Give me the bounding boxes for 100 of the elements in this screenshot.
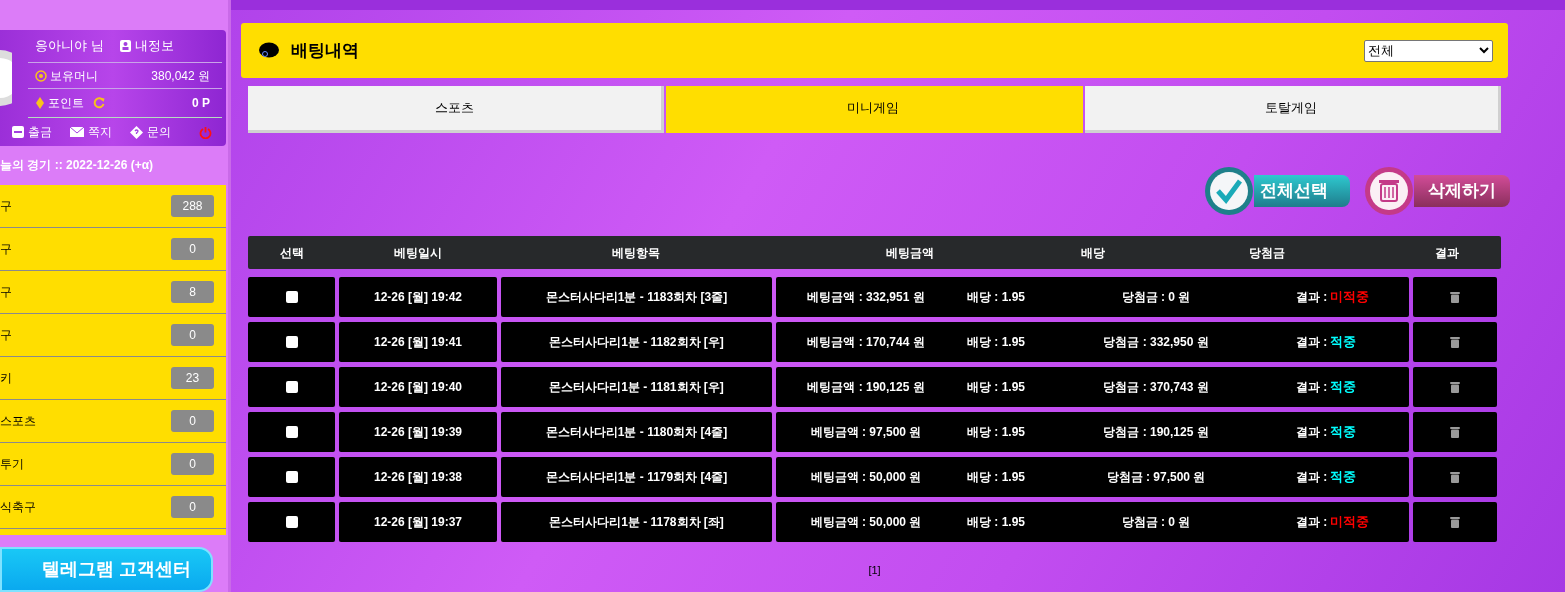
refresh-icon[interactable] bbox=[93, 97, 105, 109]
column-header: 베팅항목 bbox=[611, 244, 661, 262]
checkbox[interactable] bbox=[285, 471, 298, 483]
trash-icon[interactable] bbox=[1450, 336, 1460, 348]
bet-amount: 베팅금액 : 50,000 원 bbox=[809, 514, 923, 531]
sport-item[interactable]: 구 0 bbox=[0, 227, 226, 271]
trash-icon[interactable] bbox=[1450, 381, 1460, 393]
count-badge: 0 bbox=[171, 409, 214, 432]
column-header: 결과 bbox=[1433, 244, 1460, 262]
sport-name: 스포츠 bbox=[0, 412, 36, 430]
username: 응아니야 님 bbox=[35, 37, 104, 56]
odds: 배당 : 1.95 bbox=[966, 424, 1026, 441]
coin-icon bbox=[35, 69, 47, 82]
count-badge: 0 bbox=[171, 495, 214, 518]
trash-icon[interactable] bbox=[1450, 426, 1460, 438]
bet-item-cell: 몬스터사다리1분 - 1182회차 [우] bbox=[501, 322, 772, 362]
bet-amount: 베팅금액 : 50,000 원 bbox=[809, 469, 923, 486]
result-label: 결과 : bbox=[1296, 469, 1328, 486]
column-header: 베팅금액 bbox=[884, 244, 935, 262]
my-info-link[interactable]: 내정보 bbox=[119, 36, 174, 56]
count-badge: 288 bbox=[171, 194, 214, 217]
page-title: 배팅내역 bbox=[291, 39, 359, 62]
checkbox[interactable] bbox=[285, 381, 298, 393]
bet-item-cell: 몬스터사다리1분 - 1178회차 [좌] bbox=[501, 502, 772, 542]
pagination-link[interactable]: [1] bbox=[868, 562, 881, 579]
date-cell: 12-26 [월] 19:37 bbox=[339, 502, 497, 542]
result-label: 결과 : bbox=[1296, 334, 1328, 351]
result-status: 미적중 bbox=[1330, 288, 1370, 307]
menu-link[interactable]: 출금 bbox=[12, 123, 52, 141]
tab[interactable]: 미니게임 bbox=[666, 86, 1083, 133]
checkbox[interactable] bbox=[285, 291, 298, 303]
column-header: 선택 bbox=[278, 244, 305, 262]
menu-link[interactable]: 쪽지 bbox=[70, 123, 112, 141]
bet-item-cell: 몬스터사다리1분 - 1179회차 [4줄] bbox=[501, 457, 772, 497]
winnings: 당첨금 : 190,125 원 bbox=[1102, 424, 1210, 441]
odds: 배당 : 1.95 bbox=[966, 469, 1026, 486]
trash-icon[interactable] bbox=[1450, 516, 1460, 528]
winnings: 당첨금 : 97,500 원 bbox=[1105, 469, 1207, 486]
money-value: 380,042 원 bbox=[151, 67, 210, 85]
sport-name: 구 bbox=[0, 240, 12, 258]
tab[interactable]: 스포츠 bbox=[248, 86, 665, 133]
count-badge: 0 bbox=[171, 237, 214, 260]
bet-item-cell: 몬스터사다리1분 - 1183회차 [3줄] bbox=[501, 277, 772, 317]
profile-icon bbox=[119, 40, 131, 52]
sport-name: 투기 bbox=[0, 455, 24, 473]
checkbox[interactable] bbox=[285, 426, 298, 438]
sport-name: 키 bbox=[0, 369, 12, 387]
question-icon bbox=[130, 125, 143, 139]
filter-dropdown[interactable]: 전체 bbox=[1364, 39, 1493, 62]
date-cell: 12-26 [월] 19:41 bbox=[339, 322, 497, 362]
trash-icon[interactable] bbox=[1450, 471, 1460, 483]
count-badge: 8 bbox=[171, 280, 214, 303]
sport-name: 구 bbox=[0, 283, 12, 301]
winnings: 당첨금 : 0 원 bbox=[1120, 289, 1192, 306]
money-label: 보유머니 bbox=[50, 67, 98, 85]
odds: 배당 : 1.95 bbox=[966, 334, 1026, 351]
sport-name: 구 bbox=[0, 326, 12, 344]
bet-item-cell: 몬스터사다리1분 - 1181회차 [우] bbox=[501, 367, 772, 407]
sport-item[interactable]: 키 23 bbox=[0, 356, 226, 400]
odds: 배당 : 1.95 bbox=[966, 379, 1026, 396]
sport-name: 구 bbox=[0, 197, 12, 215]
count-badge: 23 bbox=[171, 366, 214, 389]
sport-item[interactable]: 구 8 bbox=[0, 270, 226, 314]
result-label: 결과 : bbox=[1296, 379, 1328, 396]
odds: 배당 : 1.95 bbox=[966, 289, 1026, 306]
bet-amount: 베팅금액 : 332,951 원 bbox=[806, 289, 926, 306]
point-label: 포인트 bbox=[48, 95, 84, 112]
point-value: 0 P bbox=[192, 95, 210, 112]
result-status: 적중 bbox=[1330, 333, 1357, 352]
check-icon[interactable] bbox=[1204, 166, 1254, 216]
result-status: 적중 bbox=[1330, 468, 1357, 487]
sport-item[interactable]: 투기 0 bbox=[0, 442, 226, 486]
column-header: 베팅일시 bbox=[392, 244, 443, 262]
sport-item[interactable]: 구 288 bbox=[0, 184, 226, 228]
winnings: 당첨금 : 370,743 원 bbox=[1102, 379, 1210, 396]
tab[interactable]: 토탈게임 bbox=[1084, 86, 1501, 133]
bet-amount: 베팅금액 : 170,744 원 bbox=[806, 334, 926, 351]
bet-amount: 베팅금액 : 97,500 원 bbox=[809, 424, 923, 441]
checkbox[interactable] bbox=[285, 516, 298, 528]
delete-button[interactable]: 삭제하기 bbox=[1414, 175, 1510, 207]
date-cell: 12-26 [월] 19:40 bbox=[339, 367, 497, 407]
result-label: 결과 : bbox=[1296, 514, 1328, 531]
column-header: 배당 bbox=[1080, 244, 1106, 262]
result-status: 미적중 bbox=[1330, 513, 1370, 532]
bet-amount: 베팅금액 : 190,125 원 bbox=[806, 379, 926, 396]
today-games-title: 늘의 경기 :: 2022-12-26 (+α) bbox=[0, 157, 155, 175]
sport-name: 식축구 bbox=[0, 498, 36, 516]
date-cell: 12-26 [월] 19:39 bbox=[339, 412, 497, 452]
trash-icon[interactable] bbox=[1364, 166, 1414, 216]
checkbox[interactable] bbox=[285, 336, 298, 348]
trash-icon[interactable] bbox=[1450, 291, 1460, 303]
column-header: 당첨금 bbox=[1248, 244, 1286, 262]
bet-item-cell: 몬스터사다리1분 - 1180회차 [4줄] bbox=[501, 412, 772, 452]
sport-item[interactable]: 스포츠 0 bbox=[0, 399, 226, 443]
menu-link[interactable]: 문의 bbox=[130, 123, 171, 141]
result-label: 결과 : bbox=[1296, 424, 1328, 441]
date-cell: 12-26 [월] 19:38 bbox=[339, 457, 497, 497]
sport-item[interactable]: 구 0 bbox=[0, 313, 226, 357]
sport-item[interactable]: 식축구 0 bbox=[0, 485, 226, 529]
winnings: 당첨금 : 332,950 원 bbox=[1102, 334, 1210, 351]
